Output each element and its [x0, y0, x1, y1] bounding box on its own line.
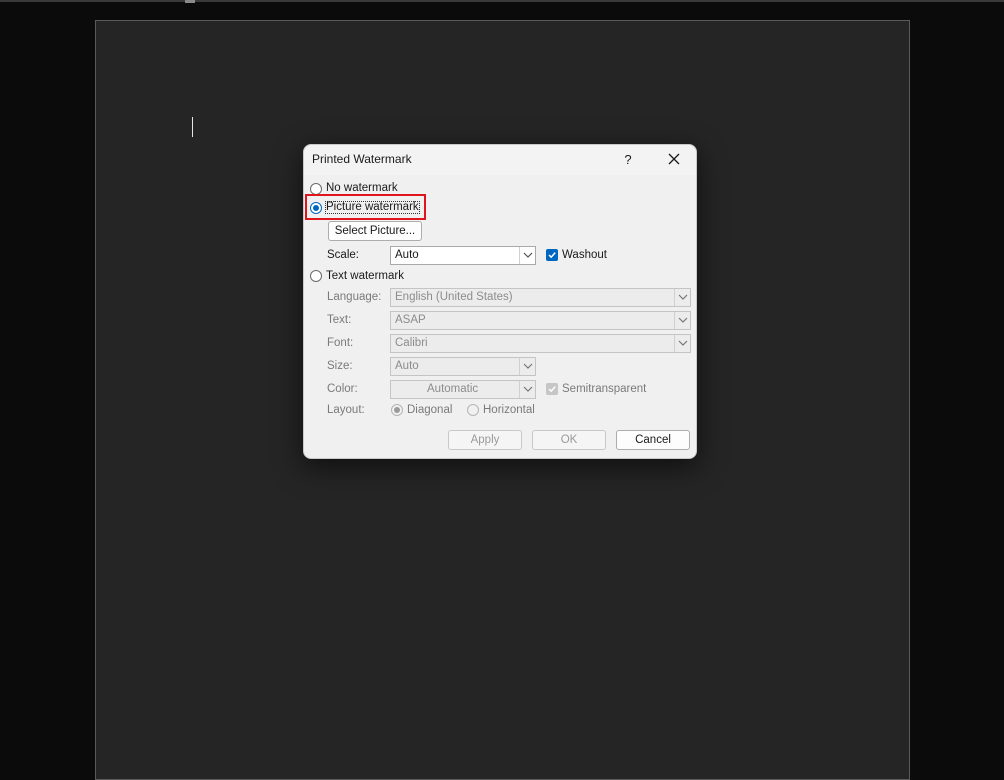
semitransparent-label[interactable]: Semitransparent	[562, 383, 646, 395]
semitransparent-checkbox[interactable]	[546, 383, 558, 395]
horizontal-radio[interactable]	[467, 404, 479, 416]
text-combo[interactable]: ASAP	[390, 311, 691, 330]
language-value: English (United States)	[395, 291, 513, 303]
checkmark-icon	[548, 386, 556, 393]
layout-label: Layout:	[327, 404, 365, 416]
language-combo[interactable]: English (United States)	[390, 288, 691, 307]
scale-combo[interactable]: Auto	[390, 246, 536, 265]
diagonal-radio[interactable]	[391, 404, 403, 416]
no-watermark-label[interactable]: No watermark	[326, 182, 398, 194]
close-icon	[668, 153, 680, 165]
apply-button[interactable]: Apply	[448, 430, 522, 450]
printed-watermark-dialog: Printed Watermark ? No watermark Picture…	[303, 144, 697, 459]
ok-button[interactable]: OK	[532, 430, 606, 450]
washout-checkbox[interactable]	[546, 249, 558, 261]
text-watermark-label[interactable]: Text watermark	[326, 270, 404, 282]
select-picture-button[interactable]: Select Picture...	[328, 221, 422, 241]
picture-watermark-radio[interactable]	[310, 202, 322, 214]
chevron-down-icon[interactable]	[519, 381, 535, 398]
diagonal-label[interactable]: Diagonal	[407, 404, 452, 416]
font-label: Font:	[327, 337, 354, 349]
checkmark-icon	[548, 252, 556, 259]
color-combo[interactable]: Automatic	[390, 380, 536, 399]
washout-label[interactable]: Washout	[562, 249, 607, 261]
text-value: ASAP	[395, 314, 426, 326]
size-value: Auto	[395, 360, 419, 372]
text-cursor	[192, 117, 193, 137]
text-label: Text:	[327, 314, 352, 326]
dialog-titlebar: Printed Watermark ?	[304, 145, 696, 175]
cancel-button[interactable]: Cancel	[616, 430, 690, 450]
color-value: Automatic	[427, 383, 479, 395]
dialog-title: Printed Watermark	[312, 152, 412, 166]
color-label: Color:	[327, 383, 358, 395]
chevron-down-icon[interactable]	[674, 289, 690, 306]
ruler-edge	[0, 0, 1004, 3]
scale-value: Auto	[395, 249, 419, 261]
font-value: Calibri	[395, 337, 428, 349]
language-label: Language:	[327, 291, 382, 303]
scale-label: Scale:	[327, 249, 359, 261]
horizontal-label[interactable]: Horizontal	[483, 404, 535, 416]
text-watermark-radio[interactable]	[310, 270, 322, 282]
font-combo[interactable]: Calibri	[390, 334, 691, 353]
picture-watermark-label[interactable]: Picture watermark	[326, 201, 419, 213]
close-button[interactable]	[662, 149, 686, 171]
chevron-down-icon[interactable]	[674, 312, 690, 329]
ruler-marker	[185, 0, 195, 3]
chevron-down-icon[interactable]	[519, 247, 535, 264]
size-combo[interactable]: Auto	[390, 357, 536, 376]
size-label: Size:	[327, 360, 353, 372]
chevron-down-icon[interactable]	[519, 358, 535, 375]
chevron-down-icon[interactable]	[674, 335, 690, 352]
help-button[interactable]: ?	[617, 149, 639, 171]
